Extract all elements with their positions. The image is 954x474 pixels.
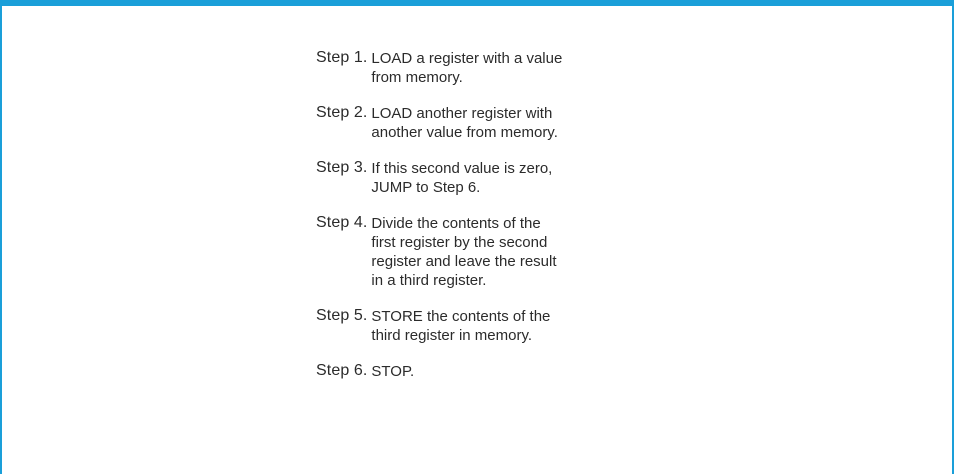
step-item-6: Step 6. STOP. [316, 361, 736, 381]
step-item-1: Step 1. LOAD a register with a value fro… [316, 48, 736, 87]
step-label: Step 3. [316, 159, 368, 176]
step-text: STOP. [371, 363, 415, 380]
step-text: Divide the contents of the first registe… [371, 215, 557, 289]
step-text: If this second value is zero, JUMP to St… [371, 160, 553, 196]
step-label: Step 6. [316, 362, 368, 379]
figure-frame: Step 1. LOAD a register with a value fro… [0, 0, 954, 474]
step-text: LOAD a register with a value from memory… [371, 50, 563, 86]
step-item-2: Step 2. LOAD another register with anoth… [316, 103, 736, 142]
step-label: Step 1. [316, 49, 368, 66]
top-accent-rule [0, 0, 954, 6]
step-label: Step 5. [316, 307, 368, 324]
step-item-5: Step 5. STORE the contents of the third … [316, 306, 736, 345]
step-list: Step 1. LOAD a register with a value fro… [316, 48, 736, 397]
step-text: LOAD another register with another value… [371, 105, 558, 141]
step-label: Step 2. [316, 104, 368, 121]
step-item-4: Step 4. Divide the contents of the first… [316, 213, 736, 290]
left-border-rule [0, 0, 2, 474]
step-text: STORE the contents of the third register… [371, 308, 551, 344]
step-item-3: Step 3. If this second value is zero, JU… [316, 158, 736, 197]
step-label: Step 4. [316, 214, 368, 231]
